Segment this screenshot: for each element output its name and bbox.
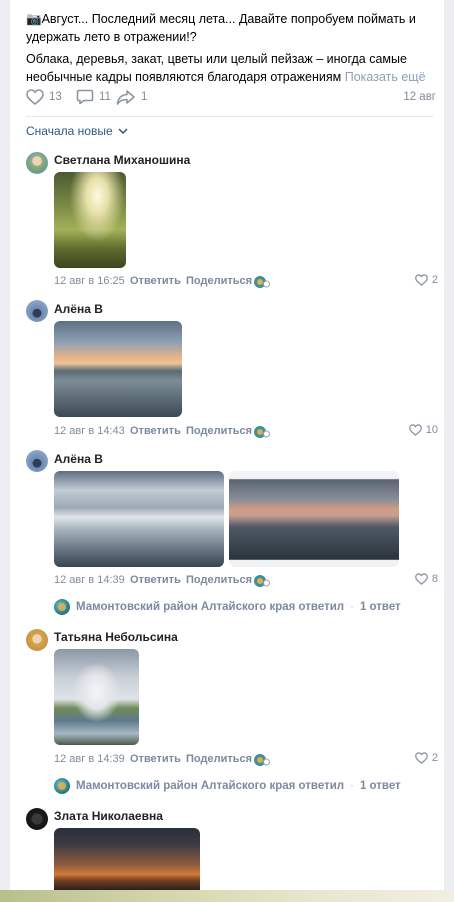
- comment-time[interactable]: 12 авг в 14:39: [54, 753, 125, 765]
- comment-author[interactable]: Алёна В: [54, 302, 103, 316]
- comment-like-button[interactable]: 10: [408, 424, 438, 436]
- comment-photo[interactable]: [54, 471, 224, 567]
- comment-author[interactable]: Алёна В: [54, 452, 103, 466]
- post-card: 📷Август... Последний месяц лета... Давай…: [10, 0, 444, 890]
- share-comment-button[interactable]: Поделиться: [186, 753, 252, 765]
- bottom-strip: [0, 890, 454, 902]
- comment-author[interactable]: Татьяна Небольсина: [54, 630, 178, 644]
- comment-button[interactable]: 11: [76, 89, 111, 105]
- comment-icon: [76, 89, 94, 105]
- chevron-down-icon: [118, 128, 128, 134]
- comment-meta: 12 авг в 16:25 Ответить Поделиться 2: [54, 274, 438, 291]
- reply-count[interactable]: 1 ответ: [360, 601, 401, 613]
- share-comment-button[interactable]: Поделиться: [186, 275, 252, 287]
- comment-time[interactable]: 12 авг в 14:43: [54, 425, 125, 437]
- comment-meta: 12 авг в 14:43 Ответить Поделиться 10: [54, 424, 438, 441]
- comment-like-button[interactable]: 8: [414, 573, 438, 585]
- post-stats: 13 11 1 12 авг: [26, 89, 436, 109]
- community-avatar: [54, 599, 70, 615]
- comment-like-button[interactable]: 2: [414, 752, 438, 764]
- heart-icon: [414, 573, 428, 585]
- community-badge-icon: [254, 754, 270, 766]
- reply-button[interactable]: Ответить: [130, 275, 181, 287]
- show-more-link[interactable]: Показать ещё: [345, 70, 426, 84]
- comment-photo[interactable]: [54, 828, 200, 890]
- comment-author[interactable]: Злата Николаевна: [54, 809, 163, 823]
- comment-meta: 12 авг в 14:39 Ответить Поделиться 2: [54, 752, 438, 769]
- share-arrow-icon: [116, 90, 135, 105]
- heart-icon: [26, 89, 44, 105]
- comment-photo[interactable]: [229, 471, 399, 567]
- avatar[interactable]: [26, 152, 48, 174]
- comment-photo[interactable]: [54, 321, 182, 417]
- camera-icon: 📷: [26, 12, 42, 26]
- post-title: 📷Август... Последний месяц лета... Давай…: [26, 12, 416, 44]
- reply-button[interactable]: Ответить: [130, 574, 181, 586]
- separator-dot: ·: [350, 601, 354, 613]
- sort-dropdown[interactable]: Сначала новые: [26, 124, 128, 138]
- avatar[interactable]: [26, 450, 48, 472]
- community-badge-icon: [254, 426, 270, 438]
- community-badge-icon: [254, 276, 270, 288]
- community-badge-icon: [254, 575, 270, 587]
- avatar[interactable]: [26, 300, 48, 322]
- heart-icon: [414, 274, 428, 286]
- comment-like-button[interactable]: 2: [414, 274, 438, 286]
- reply-thread[interactable]: Мамонтовский район Алтайского края ответ…: [54, 778, 438, 794]
- share-comment-button[interactable]: Поделиться: [186, 574, 252, 586]
- share-comment-button[interactable]: Поделиться: [186, 425, 252, 437]
- post-date: 12 авг: [403, 91, 436, 103]
- separator-dot: ·: [350, 780, 354, 792]
- comment-time[interactable]: 12 авг в 16:25: [54, 275, 125, 287]
- reply-count[interactable]: 1 ответ: [360, 780, 401, 792]
- avatar[interactable]: [26, 629, 48, 651]
- reply-thread[interactable]: Мамонтовский район Алтайского края ответ…: [54, 599, 438, 615]
- share-button[interactable]: 1: [116, 89, 147, 105]
- post-body: Облака, деревья, закат, цветы или целый …: [26, 52, 426, 84]
- reply-button[interactable]: Ответить: [130, 753, 181, 765]
- comment-photo[interactable]: [54, 172, 126, 268]
- comment-author[interactable]: Светлана Миханошина: [54, 153, 190, 167]
- reply-button[interactable]: Ответить: [130, 425, 181, 437]
- like-button[interactable]: 13: [26, 89, 62, 105]
- avatar[interactable]: [26, 808, 48, 830]
- comment-time[interactable]: 12 авг в 14:39: [54, 574, 125, 586]
- comment-meta: 12 авг в 14:39 Ответить Поделиться 8: [54, 573, 438, 590]
- heart-icon: [408, 424, 422, 436]
- divider: [26, 116, 434, 117]
- comment-photo[interactable]: [54, 649, 139, 745]
- community-avatar: [54, 778, 70, 794]
- heart-icon: [414, 752, 428, 764]
